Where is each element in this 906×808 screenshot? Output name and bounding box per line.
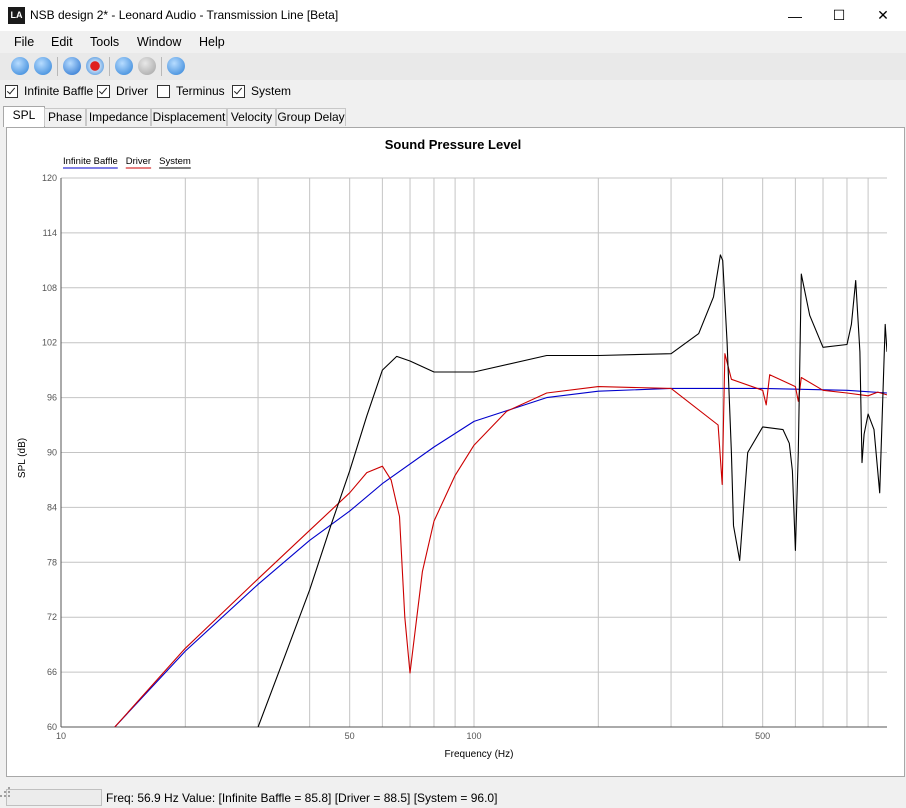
run-icon[interactable] bbox=[167, 57, 185, 75]
y-tick-label: 102 bbox=[42, 338, 57, 348]
open-icon[interactable] bbox=[34, 57, 52, 75]
status-readout: Freq: 56.9 Hz Value: [Infinite Baffle = … bbox=[106, 791, 498, 805]
toolbar bbox=[0, 53, 906, 81]
checkbox-driver[interactable]: Driver bbox=[97, 84, 148, 98]
legend-label: Infinite Baffle bbox=[63, 156, 118, 167]
chart-panel: Sound Pressure Level 60 66 72 78 84 90 96 102 10… bbox=[6, 127, 905, 777]
step-forward-icon[interactable] bbox=[138, 57, 156, 75]
chart-legend: Infinite Baffle Driver System bbox=[63, 156, 191, 169]
menu-tools[interactable]: Tools bbox=[90, 35, 119, 49]
checkbox-unchecked-icon[interactable] bbox=[157, 84, 170, 98]
y-axis-ticks: 60667278849096102108114120 bbox=[42, 173, 57, 732]
toolbar-separator bbox=[109, 57, 110, 76]
record-icon[interactable] bbox=[86, 57, 104, 75]
y-tick-label: 78 bbox=[47, 557, 57, 567]
checkbox-checked-icon[interactable] bbox=[5, 84, 18, 98]
y-tick-label: 72 bbox=[47, 612, 57, 622]
x-axis-label: Frequency (Hz) bbox=[445, 749, 514, 760]
y-tick-label: 108 bbox=[42, 283, 57, 293]
menu-file[interactable]: File bbox=[14, 35, 34, 49]
spl-chart[interactable]: Sound Pressure Level 6066727884909610210… bbox=[7, 128, 904, 776]
checkbox-label: Infinite Baffle bbox=[24, 84, 94, 98]
checkbox-checked-icon[interactable] bbox=[97, 84, 110, 98]
series-line-driver bbox=[114, 353, 887, 727]
status-progress-field bbox=[6, 789, 102, 806]
x-tick-label: 50 bbox=[345, 731, 355, 741]
checkbox-label: Driver bbox=[116, 84, 148, 98]
tab-velocity[interactable]: Velocity bbox=[227, 108, 276, 126]
chart-series bbox=[114, 254, 887, 727]
window-title: NSB design 2* - Leonard Audio - Transmis… bbox=[30, 8, 339, 22]
checkbox-terminus[interactable]: Terminus bbox=[157, 84, 225, 98]
tab-group-delay[interactable]: Group Delay bbox=[276, 108, 346, 126]
legend-label: Driver bbox=[126, 156, 151, 167]
checkbox-infinite-baffle[interactable]: Infinite Baffle bbox=[5, 84, 93, 98]
series-line-system bbox=[257, 254, 887, 727]
x-tick-label: 500 bbox=[755, 731, 770, 741]
checkbox-checked-icon[interactable] bbox=[232, 84, 245, 98]
y-tick-label: 120 bbox=[42, 173, 57, 183]
checkbox-system[interactable]: System bbox=[232, 84, 291, 98]
tab-strip: SPL Phase Impedance Displacement Velocit… bbox=[0, 105, 906, 127]
series-toggle-bar: Infinite Baffle Driver Terminus System bbox=[0, 80, 906, 104]
title-bar: LA NSB design 2* - Leonard Audio - Trans… bbox=[0, 0, 906, 31]
chart-title: Sound Pressure Level bbox=[385, 137, 522, 152]
tab-impedance[interactable]: Impedance bbox=[86, 108, 151, 126]
tab-displacement[interactable]: Displacement bbox=[151, 108, 227, 126]
y-axis-label: SPL (dB) bbox=[17, 438, 28, 478]
checkbox-label: Terminus bbox=[176, 84, 225, 98]
menu-help[interactable]: Help bbox=[199, 35, 225, 49]
status-bar: Freq: 56.9 Hz Value: [Infinite Baffle = … bbox=[0, 787, 906, 808]
y-tick-label: 66 bbox=[47, 667, 57, 677]
tab-spl[interactable]: SPL bbox=[3, 106, 45, 127]
tab-phase[interactable]: Phase bbox=[44, 108, 86, 126]
minimize-button[interactable]: — bbox=[772, 0, 818, 31]
y-tick-label: 96 bbox=[47, 393, 57, 403]
x-axis-ticks: 10 50 100 500 bbox=[56, 731, 770, 741]
checkbox-label: System bbox=[251, 84, 292, 98]
menu-window[interactable]: Window bbox=[137, 35, 181, 49]
close-button[interactable]: ✕ bbox=[860, 0, 906, 31]
y-tick-label: 90 bbox=[47, 448, 57, 458]
menu-bar: File Edit Tools Window Help bbox=[0, 31, 906, 53]
menu-edit[interactable]: Edit bbox=[51, 35, 73, 49]
chart-grid bbox=[60, 177, 887, 728]
y-tick-label: 114 bbox=[43, 228, 57, 238]
step-back-icon[interactable] bbox=[115, 57, 133, 75]
toolbar-separator bbox=[57, 57, 58, 76]
maximize-button[interactable]: ☐ bbox=[816, 0, 862, 31]
resize-grip-icon[interactable] bbox=[0, 787, 10, 797]
new-icon[interactable] bbox=[11, 57, 29, 75]
series-line-infinite-baffle bbox=[114, 387, 887, 727]
x-tick-label: 100 bbox=[466, 731, 481, 741]
legend-label: System bbox=[159, 156, 191, 167]
x-tick-label: 10 bbox=[56, 731, 66, 741]
app-logo-icon: LA bbox=[8, 7, 25, 24]
play-icon[interactable] bbox=[63, 57, 81, 75]
toolbar-separator bbox=[161, 57, 162, 76]
y-tick-label: 84 bbox=[47, 502, 57, 512]
